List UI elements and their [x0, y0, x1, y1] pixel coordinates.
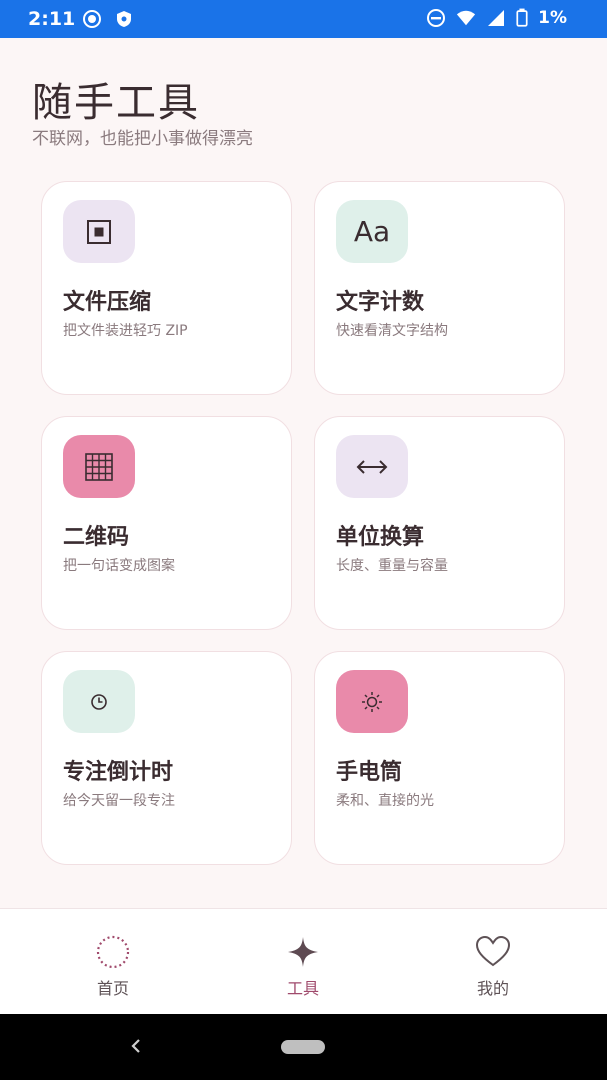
wifi-icon — [457, 10, 476, 26]
tool-name: 文字计数 — [336, 290, 425, 315]
heart-icon — [475, 935, 511, 967]
battery-icon — [516, 8, 528, 27]
clock-icon — [63, 670, 135, 733]
tool-desc: 给今天留一段专注 — [63, 793, 175, 809]
tool-desc: 长度、重量与容量 — [336, 558, 448, 574]
sun-icon — [336, 670, 408, 733]
shield-icon — [117, 11, 131, 27]
back-icon[interactable] — [124, 1032, 148, 1060]
nav-item-profile[interactable]: 我的 — [392, 909, 594, 1015]
tool-card-flashlight[interactable]: 手电筒 柔和、直接的光 — [314, 651, 565, 865]
text-icon: Aa — [336, 200, 408, 263]
tool-name: 专注倒计时 — [63, 760, 174, 785]
tool-desc: 柔和、直接的光 — [336, 793, 434, 809]
sparkle-icon — [288, 937, 318, 967]
tool-card-unit-convert[interactable]: 单位换算 长度、重量与容量 — [314, 416, 565, 630]
tool-name: 文件压缩 — [63, 290, 152, 315]
nav-label-home: 首页 — [96, 979, 129, 998]
nav-item-home[interactable]: 首页 — [12, 909, 214, 1015]
status-bar: 2:11 1% — [0, 0, 607, 38]
tool-desc: 把一句话变成图案 — [63, 558, 175, 574]
tool-card-text-count[interactable]: Aa 文字计数 快速看清文字结构 — [314, 181, 565, 395]
compress-icon — [63, 200, 135, 263]
tool-desc: 快速看清文字结构 — [336, 323, 448, 339]
status-time: 2:11 — [28, 8, 76, 30]
qr-grid-icon — [63, 435, 135, 498]
record-icon — [83, 10, 101, 28]
dnd-icon — [427, 9, 446, 27]
tool-card-focus-timer[interactable]: 专注倒计时 给今天留一段专注 — [41, 651, 292, 865]
page-subtitle: 不联网，也能把小事做得漂亮 — [32, 129, 253, 149]
tool-card-qrcode[interactable]: 二维码 把一句话变成图案 — [41, 416, 292, 630]
bottom-navigation: 首页 工具 我的 — [0, 908, 607, 1015]
tool-name: 手电筒 — [336, 760, 403, 785]
tool-desc: 把文件装进轻巧 ZIP — [63, 323, 188, 339]
tool-name: 单位换算 — [336, 525, 425, 550]
tool-card-compress[interactable]: 文件压缩 把文件装进轻巧 ZIP — [41, 181, 292, 395]
system-navigation-bar — [0, 1014, 607, 1080]
convert-arrows-icon — [336, 435, 408, 498]
page-title: 随手工具 — [32, 80, 200, 126]
nav-label-tools: 工具 — [286, 979, 319, 998]
signal-icon — [488, 10, 505, 26]
battery-percent: 1% — [538, 8, 567, 28]
home-pill-button[interactable] — [281, 1040, 325, 1054]
tool-name: 二维码 — [63, 525, 130, 550]
nav-label-profile: 我的 — [476, 979, 509, 998]
tool-grid: 文件压缩 把文件装进轻巧 ZIP Aa 文字计数 快速看清文字结构 二维码 把一… — [41, 181, 566, 866]
home-dotted-circle-icon — [96, 935, 130, 969]
nav-item-tools[interactable]: 工具 — [202, 909, 404, 1015]
